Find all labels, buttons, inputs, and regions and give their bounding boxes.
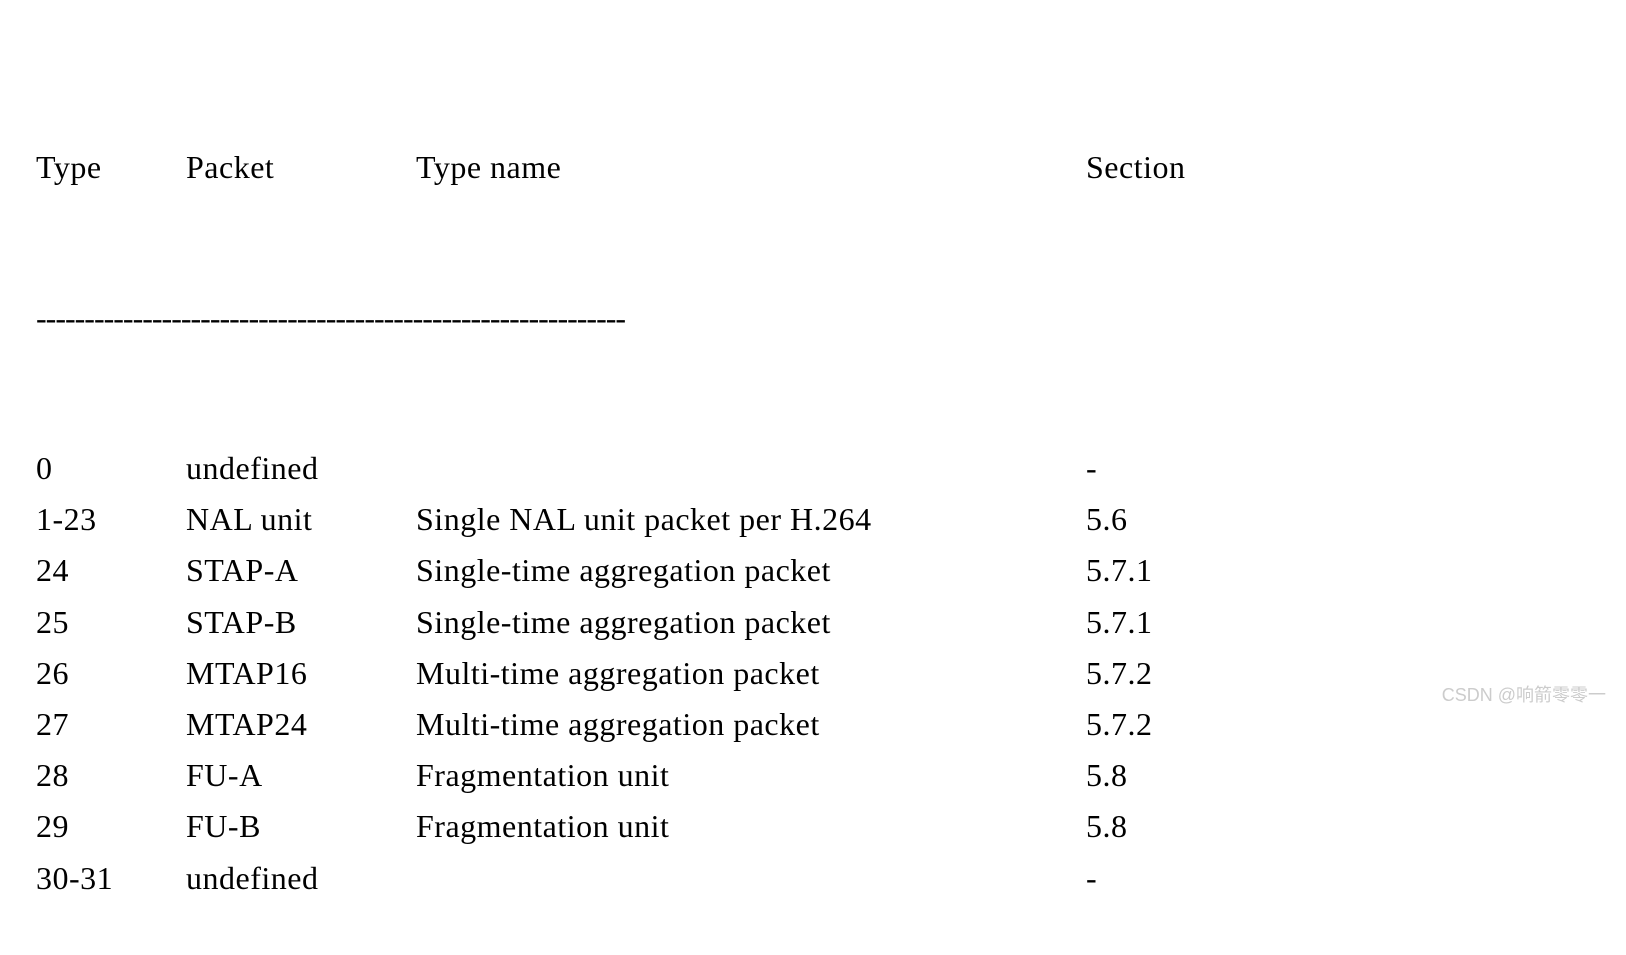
watermark-text: CSDN @响箭零零一 — [1442, 681, 1606, 707]
cell-packet: STAP-B — [186, 597, 416, 648]
cell-type: 28 — [36, 750, 186, 801]
table-row: 25STAP-BSingle-time aggregation packet5.… — [36, 597, 1590, 648]
cell-section: 5.7.2 — [1086, 699, 1266, 750]
cell-type: 26 — [36, 648, 186, 699]
cell-type: 29 — [36, 801, 186, 852]
cell-section: - — [1086, 853, 1266, 904]
header-section: Section — [1086, 142, 1266, 193]
cell-typename: Multi-time aggregation packet — [416, 699, 1086, 750]
cell-section: 5.8 — [1086, 801, 1266, 852]
cell-type: 25 — [36, 597, 186, 648]
cell-typename: Fragmentation unit — [416, 750, 1086, 801]
table-row: 0undefined - — [36, 443, 1590, 494]
cell-typename: Fragmentation unit — [416, 801, 1086, 852]
cell-packet: FU-A — [186, 750, 416, 801]
table-row: 27MTAP24Multi-time aggregation packet5.7… — [36, 699, 1590, 750]
table-row: 1-23NAL unitSingle NAL unit packet per H… — [36, 494, 1590, 545]
cell-typename: Multi-time aggregation packet — [416, 648, 1086, 699]
table-row: 28FU-AFragmentation unit5.8 — [36, 750, 1590, 801]
table-row: 26MTAP16Multi-time aggregation packet5.7… — [36, 648, 1590, 699]
cell-section: 5.7.2 — [1086, 648, 1266, 699]
cell-section: 5.8 — [1086, 750, 1266, 801]
cell-typename — [416, 443, 1086, 494]
table-body: 0undefined-1-23NAL unitSingle NAL unit p… — [36, 443, 1590, 904]
cell-packet: undefined — [186, 443, 416, 494]
cell-packet: MTAP16 — [186, 648, 416, 699]
cell-typename — [416, 853, 1086, 904]
cell-packet: STAP-A — [186, 545, 416, 596]
cell-packet: undefined — [186, 853, 416, 904]
table-row: 24STAP-ASingle-time aggregation packet5.… — [36, 545, 1590, 596]
cell-type: 24 — [36, 545, 186, 596]
cell-type: 1-23 — [36, 494, 186, 545]
header-type: Type — [36, 142, 186, 193]
cell-typename: Single NAL unit packet per H.264 — [416, 494, 1086, 545]
header-packet: Packet — [186, 142, 416, 193]
table-row: 29FU-BFragmentation unit5.8 — [36, 801, 1590, 852]
cell-packet: FU-B — [186, 801, 416, 852]
cell-packet: NAL unit — [186, 494, 416, 545]
cell-typename: Single-time aggregation packet — [416, 545, 1086, 596]
cell-type: 27 — [36, 699, 186, 750]
table-header-row: Type Packet Type name Section — [36, 142, 1590, 193]
cell-section: 5.7.1 — [1086, 545, 1266, 596]
cell-section: 5.7.1 — [1086, 597, 1266, 648]
cell-typename: Single-time aggregation packet — [416, 597, 1086, 648]
cell-section: - — [1086, 443, 1266, 494]
separator-line: ----------------------------------------… — [36, 296, 1590, 341]
cell-packet: MTAP24 — [186, 699, 416, 750]
packet-type-table: Type Packet Type name Section ----------… — [36, 40, 1590, 955]
cell-type: 0 — [36, 443, 186, 494]
cell-section: 5.6 — [1086, 494, 1266, 545]
cell-type: 30-31 — [36, 853, 186, 904]
table-row: 30-31undefined - — [36, 853, 1590, 904]
header-typename: Type name — [416, 142, 1086, 193]
